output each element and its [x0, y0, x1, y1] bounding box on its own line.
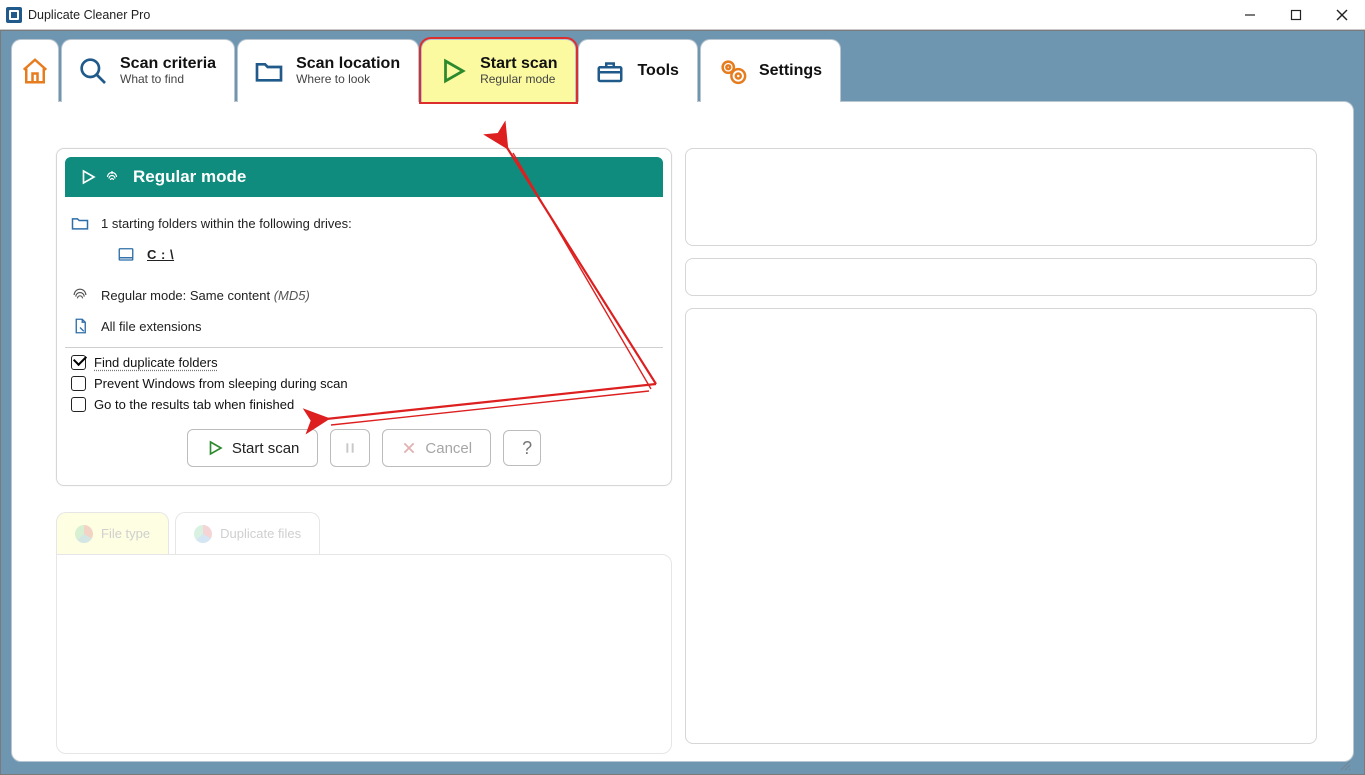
maximize-button[interactable] — [1273, 0, 1319, 29]
results-tabs-area: File type Duplicate files — [56, 512, 672, 754]
folder-icon — [69, 213, 91, 233]
scan-summary-card: Regular mode 1 starting folders within t… — [56, 148, 672, 486]
option-goto-results[interactable]: Go to the results tab when finished — [65, 394, 663, 415]
button-label: ? — [522, 438, 532, 459]
folder-icon — [252, 54, 286, 88]
extensions-label: All file extensions — [101, 319, 201, 334]
app-body: Scan criteria What to find Scan location… — [0, 30, 1365, 775]
tab-tools[interactable]: Tools — [578, 39, 697, 102]
window-title: Duplicate Cleaner Pro — [28, 8, 150, 22]
pause-icon — [342, 440, 358, 456]
pause-button[interactable] — [330, 429, 370, 467]
play-icon — [206, 439, 224, 457]
tab-title: Scan criteria — [120, 55, 216, 73]
button-label: Cancel — [425, 440, 472, 457]
fingerprint-icon — [103, 168, 121, 186]
search-icon — [76, 54, 110, 88]
content-panel: Regular mode 1 starting folders within t… — [11, 101, 1354, 762]
checkbox-icon — [71, 376, 86, 391]
mode-description: Regular mode: Same content (MD5) — [101, 288, 310, 303]
option-find-duplicate-folders[interactable]: Find duplicate folders — [65, 352, 663, 373]
fingerprint-icon — [69, 285, 91, 305]
resize-grip[interactable] — [1337, 757, 1351, 771]
drive-link[interactable]: C : \ — [147, 247, 174, 262]
app-icon — [6, 7, 22, 23]
cancel-button[interactable]: Cancel — [382, 429, 491, 467]
tab-home[interactable] — [11, 39, 59, 102]
tab-label: File type — [101, 526, 150, 541]
tab-label: Duplicate files — [220, 526, 301, 541]
checkbox-label: Find duplicate folders — [94, 355, 218, 370]
main-tabbar: Scan criteria What to find Scan location… — [11, 39, 1354, 102]
tab-duplicate-files[interactable]: Duplicate files — [175, 512, 320, 554]
window-controls — [1227, 0, 1365, 29]
tab-subtitle: What to find — [120, 73, 216, 87]
checkbox-label: Prevent Windows from sleeping during sca… — [94, 376, 348, 391]
starting-folders-label: 1 starting folders within the following … — [101, 216, 352, 231]
tab-subtitle: Where to look — [296, 73, 400, 87]
help-button[interactable]: ? — [503, 430, 541, 466]
tab-scan-location[interactable]: Scan location Where to look — [237, 39, 419, 102]
right-panel-2 — [685, 258, 1317, 296]
pie-icon — [194, 525, 212, 543]
checkbox-icon — [71, 355, 86, 370]
right-panel-3 — [685, 308, 1317, 744]
mode-title: Regular mode — [133, 167, 246, 187]
tab-file-type[interactable]: File type — [56, 512, 169, 554]
play-icon — [436, 54, 470, 88]
option-prevent-sleep[interactable]: Prevent Windows from sleeping during sca… — [65, 373, 663, 394]
tab-subtitle: Regular mode — [480, 73, 557, 87]
close-button[interactable] — [1319, 0, 1365, 29]
tab-start-scan[interactable]: Start scan Regular mode — [421, 39, 576, 102]
button-label: Start scan — [232, 440, 300, 457]
minimize-button[interactable] — [1227, 0, 1273, 29]
close-icon — [401, 440, 417, 456]
drive-icon — [115, 245, 137, 263]
tab-scan-criteria[interactable]: Scan criteria What to find — [61, 39, 235, 102]
tab-title: Settings — [759, 62, 822, 80]
play-icon — [79, 168, 97, 186]
home-icon — [18, 54, 52, 88]
toolbox-icon — [593, 54, 627, 88]
titlebar: Duplicate Cleaner Pro — [0, 0, 1365, 30]
start-scan-button[interactable]: Start scan — [187, 429, 319, 467]
gear-icon — [715, 54, 749, 88]
tab-title: Start scan — [480, 55, 557, 73]
results-area — [56, 554, 672, 754]
tab-title: Tools — [637, 62, 678, 80]
checkbox-label: Go to the results tab when finished — [94, 397, 294, 412]
tab-title: Scan location — [296, 55, 400, 73]
right-panel-1 — [685, 148, 1317, 246]
mode-banner: Regular mode — [65, 157, 663, 197]
file-filter-icon — [69, 317, 91, 335]
checkbox-icon — [71, 397, 86, 412]
pie-icon — [75, 525, 93, 543]
tab-settings[interactable]: Settings — [700, 39, 841, 102]
